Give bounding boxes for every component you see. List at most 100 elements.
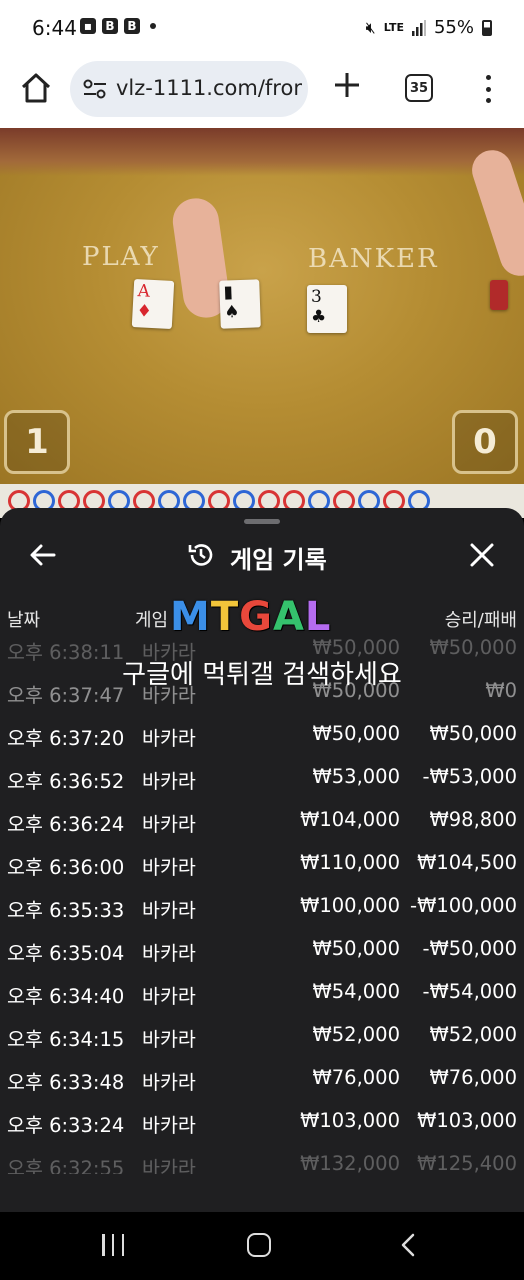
row-result: ₩125,400	[417, 1152, 517, 1174]
row-date: 오후 6:33:24	[7, 1114, 125, 1137]
sheet-drag-handle[interactable]	[244, 519, 280, 524]
row-game: 바카라	[142, 856, 196, 879]
gallery-icon: ▪	[80, 18, 96, 34]
history-row: 오후 6:33:48 바카라 ₩76,000 ₩76,000	[0, 1056, 524, 1099]
banker-score: 0	[452, 410, 518, 474]
tab-switcher-button[interactable]: 35	[405, 74, 433, 102]
status-right: 🔇︎ LTE 55%	[366, 17, 492, 38]
row-result: -₩100,000	[410, 894, 517, 917]
row-date: 오후 6:36:52	[7, 770, 125, 793]
banker-card: 3 ♣	[307, 285, 347, 333]
row-bet-amount: ₩50,000	[312, 937, 400, 960]
history-row: 오후 6:36:00 바카라 ₩110,000 ₩104,500	[0, 841, 524, 884]
b-app-icon: B	[102, 18, 118, 34]
player-area-label: PLAY	[82, 242, 160, 272]
row-date: 오후 6:32:55	[7, 1157, 125, 1174]
row-game: 바카라	[142, 942, 196, 965]
url-text[interactable]: vlz-1111.com/front	[116, 76, 302, 100]
row-date: 오후 6:36:00	[7, 856, 125, 879]
row-date: 오후 6:37:20	[7, 727, 125, 750]
row-date: 오후 6:36:24	[7, 813, 125, 836]
history-row: 오후 6:36:24 바카라 ₩104,000 ₩98,800	[0, 798, 524, 841]
history-row: 오후 6:36:52 바카라 ₩53,000 -₩53,000	[0, 755, 524, 798]
watermark-logo: MTGAL	[170, 594, 331, 642]
home-nav-icon[interactable]	[247, 1233, 271, 1257]
row-result: ₩52,000	[429, 1023, 517, 1046]
row-result: ₩50,000	[429, 722, 517, 745]
row-game: 바카라	[142, 1157, 196, 1174]
row-game: 바카라	[142, 899, 196, 922]
history-row: 오후 6:34:15 바카라 ₩52,000 ₩52,000	[0, 1013, 524, 1056]
back-arrow-icon[interactable]	[28, 540, 58, 570]
row-result: ₩76,000	[429, 1066, 517, 1089]
row-game: 바카라	[142, 813, 196, 836]
row-date: 오후 6:33:48	[7, 1071, 125, 1094]
row-bet-amount: ₩52,000	[312, 1023, 400, 1046]
home-icon[interactable]	[18, 70, 54, 106]
row-result: ₩104,500	[417, 851, 517, 874]
row-date: 오후 6:34:40	[7, 985, 125, 1008]
player-card: ▮ ♠	[219, 279, 261, 329]
history-list[interactable]: 오후 6:38:11 바카라 ₩50,000 ₩50,000 오후 6:37:47 바카라…	[0, 628, 524, 1174]
browser-toolbar: vlz-1111.com/front 35	[0, 58, 524, 128]
b-app-icon: B	[124, 18, 140, 34]
row-bet-amount: ₩110,000	[300, 851, 400, 874]
watermark-caption: 구글에 먹튀갤 검색하세요	[122, 660, 402, 690]
logo-letter: A	[272, 594, 305, 640]
logo-letter: M	[170, 594, 211, 640]
row-result: ₩103,000	[417, 1109, 517, 1132]
close-icon[interactable]	[467, 540, 497, 570]
history-row: 오후 6:35:33 바카라 ₩100,000 -₩100,000	[0, 884, 524, 927]
row-bet-amount: ₩132,000	[300, 1152, 400, 1174]
row-game: 바카라	[142, 985, 196, 1008]
logo-letter: T	[210, 594, 240, 640]
row-game: 바카라	[142, 1071, 196, 1094]
history-row: 오후 6:33:24 바카라 ₩103,000 ₩103,000	[0, 1099, 524, 1142]
row-result: -₩54,000	[422, 980, 517, 1003]
battery-icon	[482, 19, 492, 36]
row-bet-amount: ₩54,000	[312, 980, 400, 1003]
video-top-shade	[0, 128, 524, 176]
banker-card-stack	[490, 280, 508, 310]
history-row: 오후 6:35:04 바카라 ₩50,000 -₩50,000	[0, 927, 524, 970]
row-bet-amount: ₩104,000	[300, 808, 400, 831]
history-row: 오후 6:37:20 바카라 ₩50,000 ₩50,000	[0, 712, 524, 755]
row-result: -₩50,000	[422, 937, 517, 960]
row-game: 바카라	[142, 727, 196, 750]
row-bet-amount: ₩103,000	[300, 1109, 400, 1132]
game-history-sheet: 게임 기록 날짜 게임 승리/패배 오후 6:38:11 바카라 ₩50,000 ₩5…	[0, 508, 524, 1212]
overflow-menu-icon[interactable]	[478, 72, 498, 106]
logo-letter: G	[239, 594, 273, 640]
row-date: 오후 6:35:04	[7, 942, 125, 965]
site-settings-icon[interactable]	[82, 78, 108, 100]
mute-icon: 🔇︎	[365, 17, 376, 37]
history-row: 오후 6:32:55 바카라 ₩132,000 ₩125,400	[0, 1142, 524, 1174]
history-icon	[188, 544, 213, 566]
banker-area-label: BANKER	[308, 244, 439, 274]
status-bar: 6:44 ▪ B B 🔇︎ LTE 55%	[0, 0, 524, 58]
row-bet-amount: ₩100,000	[300, 894, 400, 917]
address-bar[interactable]: vlz-1111.com/front	[70, 61, 308, 117]
new-tab-icon[interactable]	[330, 68, 364, 102]
back-nav-icon[interactable]	[396, 1232, 420, 1258]
row-result: ₩98,800	[429, 808, 517, 831]
more-notifications-icon	[150, 23, 156, 29]
notification-icons: ▪ B B	[80, 18, 156, 34]
live-video[interactable]: PLAY BANKER A ♦ ▮ ♠ 3 ♣ 1 0	[0, 128, 524, 484]
logo-letter: L	[304, 594, 332, 640]
row-game: 바카라	[142, 1114, 196, 1137]
row-bet-amount: ₩76,000	[312, 1066, 400, 1089]
row-result: -₩53,000	[422, 765, 517, 788]
system-nav-bar	[0, 1212, 524, 1280]
row-date: 오후 6:35:33	[7, 899, 125, 922]
row-bet-amount: ₩50,000	[312, 722, 400, 745]
row-game: 바카라	[142, 1028, 196, 1051]
battery-percent: 55%	[433, 17, 474, 38]
player-score: 1	[4, 410, 70, 474]
row-date: 오후 6:34:15	[7, 1028, 125, 1051]
recent-apps-icon[interactable]	[102, 1234, 124, 1256]
network-type: LTE	[383, 21, 404, 34]
status-time: 6:44	[32, 16, 77, 40]
signal-icon	[411, 19, 426, 36]
sheet-title: 게임 기록	[230, 546, 327, 574]
